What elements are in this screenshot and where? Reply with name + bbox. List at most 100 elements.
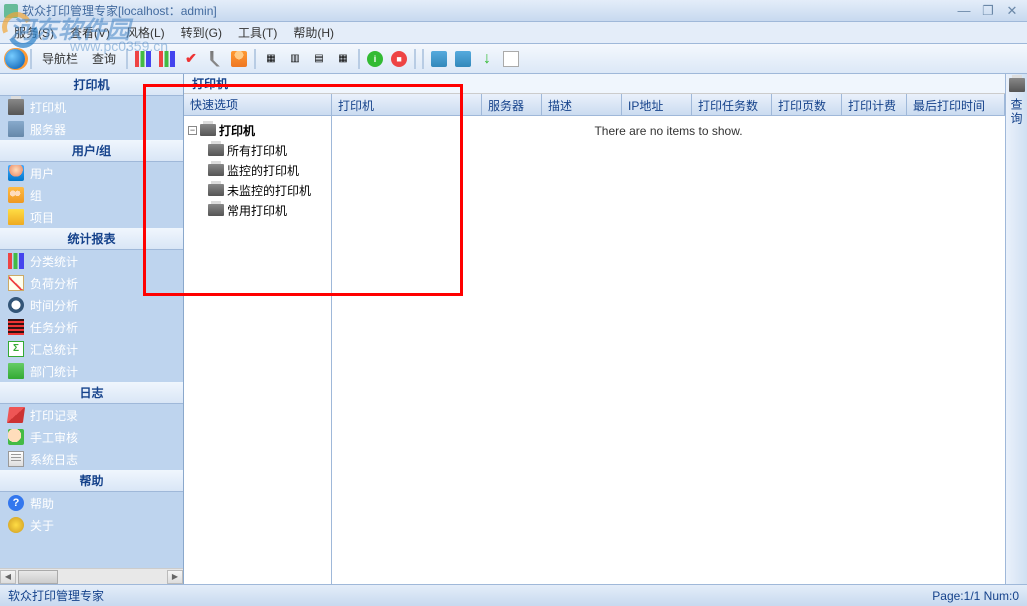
col-ip[interactable]: IP地址 bbox=[622, 94, 692, 115]
side-group-printer-header[interactable]: 打印机 bbox=[0, 74, 183, 96]
tb-grid2-icon[interactable]: ▥ bbox=[284, 48, 306, 70]
grid-panel: 打印机 服务器 描述 IP地址 打印任务数 打印页数 打印计费 最后打印时间 T… bbox=[332, 94, 1005, 584]
col-desc[interactable]: 描述 bbox=[542, 94, 622, 115]
tb-wrench-icon[interactable] bbox=[204, 48, 226, 70]
side-item-system-log[interactable]: 系统日志 bbox=[0, 448, 183, 470]
maximize-button[interactable]: ❐ bbox=[977, 3, 999, 19]
side-group-log-header[interactable]: 日志 bbox=[0, 382, 183, 404]
close-button[interactable]: ✕ bbox=[1001, 3, 1023, 19]
grid-body: There are no items to show. bbox=[332, 116, 1005, 584]
side-item-group[interactable]: 组 bbox=[0, 184, 183, 206]
col-printer[interactable]: 打印机 bbox=[332, 94, 482, 115]
log-icon bbox=[8, 451, 24, 467]
side-item-user[interactable]: 用户 bbox=[0, 162, 183, 184]
side-item-summary-stats[interactable]: Σ 汇总统计 bbox=[0, 338, 183, 360]
tb-person-icon[interactable] bbox=[228, 48, 250, 70]
col-jobs[interactable]: 打印任务数 bbox=[692, 94, 772, 115]
tree-item-all[interactable]: 所有打印机 bbox=[186, 140, 329, 160]
dept-icon bbox=[8, 363, 24, 379]
side-group-help-header[interactable]: 帮助 bbox=[0, 470, 183, 492]
scroll-left-button[interactable]: ◀ bbox=[0, 570, 16, 584]
tb-chart-bars-icon[interactable] bbox=[132, 48, 154, 70]
tree-label: 常用打印机 bbox=[227, 202, 287, 219]
tb-info-icon[interactable]: i bbox=[364, 48, 386, 70]
titlebar: 软众打印管理专家[localhost：admin] — ❐ ✕ bbox=[0, 0, 1027, 22]
side-item-label: 负荷分析 bbox=[30, 275, 78, 292]
side-item-printer[interactable]: 打印机 bbox=[0, 96, 183, 118]
side-item-load-analysis[interactable]: 负荷分析 bbox=[0, 272, 183, 294]
printer-icon bbox=[208, 144, 224, 156]
about-icon bbox=[8, 517, 24, 533]
server-icon bbox=[8, 121, 24, 137]
hand-icon bbox=[8, 429, 24, 445]
tb-grid3-icon[interactable]: ▤ bbox=[308, 48, 330, 70]
tb-users2-icon[interactable] bbox=[452, 48, 474, 70]
printer-icon bbox=[200, 124, 216, 136]
printer-icon bbox=[208, 204, 224, 216]
side-item-server[interactable]: 服务器 bbox=[0, 118, 183, 140]
tree-toggle-icon[interactable]: − bbox=[188, 126, 197, 135]
query-label[interactable]: 查询 bbox=[86, 50, 122, 67]
toolbar: 导航栏 查询 ✔ ▦ ▥ ▤ ▦ i ■ ↓ bbox=[0, 44, 1027, 74]
side-item-help[interactable]: ?帮助 bbox=[0, 492, 183, 514]
tree-panel: 快速选项 − 打印机 所有打印机 监控的打印机 未监控的打印机 常用打印机 bbox=[184, 94, 332, 584]
side-item-category-stats[interactable]: 分类统计 bbox=[0, 250, 183, 272]
chart-line-icon bbox=[8, 275, 24, 291]
tree-root[interactable]: − 打印机 bbox=[186, 120, 329, 140]
task-icon bbox=[8, 319, 24, 335]
sum-icon: Σ bbox=[8, 341, 24, 357]
status-left: 软众打印管理专家 bbox=[8, 587, 104, 604]
col-pages[interactable]: 打印页数 bbox=[772, 94, 842, 115]
tree-item-unmonitored[interactable]: 未监控的打印机 bbox=[186, 180, 329, 200]
tb-doc-icon[interactable] bbox=[500, 48, 522, 70]
printer-icon bbox=[208, 184, 224, 196]
globe-icon[interactable] bbox=[4, 48, 26, 70]
side-item-manual-review[interactable]: 手工审核 bbox=[0, 426, 183, 448]
tb-users1-icon[interactable] bbox=[428, 48, 450, 70]
watermark-logo bbox=[2, 12, 40, 50]
tree-item-monitored[interactable]: 监控的打印机 bbox=[186, 160, 329, 180]
tree-label: 打印机 bbox=[219, 122, 255, 139]
side-item-print-record[interactable]: 打印记录 bbox=[0, 404, 183, 426]
tb-grid4-icon[interactable]: ▦ bbox=[332, 48, 354, 70]
tb-chart-bars2-icon[interactable] bbox=[156, 48, 178, 70]
side-item-label: 分类统计 bbox=[30, 253, 78, 270]
side-item-about[interactable]: 关于 bbox=[0, 514, 183, 536]
side-item-dept-stats[interactable]: 部门统计 bbox=[0, 360, 183, 382]
menu-style[interactable]: 风格(L) bbox=[118, 22, 173, 43]
menu-goto[interactable]: 转到(G) bbox=[173, 22, 230, 43]
side-item-project[interactable]: 项目 bbox=[0, 206, 183, 228]
group-icon bbox=[8, 187, 24, 203]
tb-stop-icon[interactable]: ■ bbox=[388, 48, 410, 70]
scroll-right-button[interactable]: ▶ bbox=[167, 570, 183, 584]
tb-grid1-icon[interactable]: ▦ bbox=[260, 48, 282, 70]
content-area: 打印机 快速选项 − 打印机 所有打印机 监控的打印机 未监控的打印机 常用打印… bbox=[184, 74, 1005, 584]
nav-label[interactable]: 导航栏 bbox=[36, 50, 84, 67]
side-group-stats-header[interactable]: 统计报表 bbox=[0, 228, 183, 250]
tb-check-icon[interactable]: ✔ bbox=[180, 48, 202, 70]
side-item-label: 汇总统计 bbox=[30, 341, 78, 358]
side-item-label: 部门统计 bbox=[30, 363, 78, 380]
scroll-thumb[interactable] bbox=[18, 570, 58, 584]
project-icon bbox=[8, 209, 24, 225]
side-item-time-analysis[interactable]: 时间分析 bbox=[0, 294, 183, 316]
menu-view[interactable]: 查看(V) bbox=[62, 22, 118, 43]
tree-label: 所有打印机 bbox=[227, 142, 287, 159]
tree-item-common[interactable]: 常用打印机 bbox=[186, 200, 329, 220]
tree-label: 监控的打印机 bbox=[227, 162, 299, 179]
side-item-task-analysis[interactable]: 任务分析 bbox=[0, 316, 183, 338]
side-group-user-header[interactable]: 用户/组 bbox=[0, 140, 183, 162]
sidebar-scrollbar[interactable]: ◀ ▶ bbox=[0, 568, 183, 584]
minimize-button[interactable]: — bbox=[953, 3, 975, 19]
grid-header: 打印机 服务器 描述 IP地址 打印任务数 打印页数 打印计费 最后打印时间 bbox=[332, 94, 1005, 116]
menubar: 服务(S) 查看(V) 风格(L) 转到(G) 工具(T) 帮助(H) bbox=[0, 22, 1027, 44]
col-cost[interactable]: 打印计费 bbox=[842, 94, 907, 115]
side-item-label: 系统日志 bbox=[30, 451, 78, 468]
tb-download-icon[interactable]: ↓ bbox=[476, 48, 498, 70]
menu-tools[interactable]: 工具(T) bbox=[230, 22, 285, 43]
side-item-label: 任务分析 bbox=[30, 319, 78, 336]
col-server[interactable]: 服务器 bbox=[482, 94, 542, 115]
menu-help[interactable]: 帮助(H) bbox=[285, 22, 342, 43]
col-last-time[interactable]: 最后打印时间 bbox=[907, 94, 1005, 115]
right-query-bar[interactable]: 查询 bbox=[1005, 74, 1027, 584]
